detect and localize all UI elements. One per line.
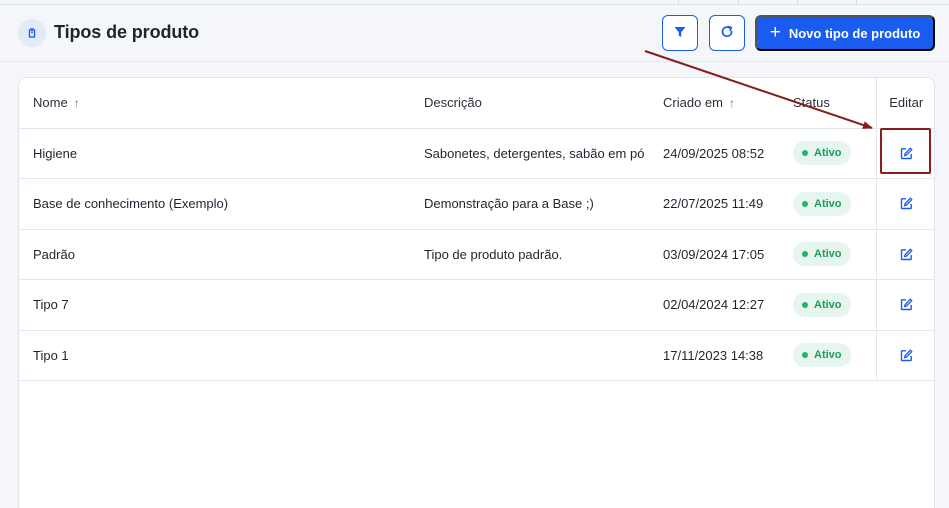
status-badge: Ativo (793, 292, 851, 317)
page-title: Tipos de produto (54, 22, 200, 42)
cell-status: Ativo (793, 279, 876, 331)
column-header-editar: Editar (875, 78, 934, 129)
table-row[interactable]: Tipo 1 17/11/2023 14:38 Ativo (19, 330, 934, 381)
refresh-button[interactable] (709, 15, 745, 51)
status-label: Ativo (814, 349, 842, 362)
cell-descricao: Demonstração para a Base ;) (424, 178, 663, 230)
cell-status: Ativo (793, 229, 876, 280)
cell-criado-em: 02/04/2024 12:27 (663, 279, 793, 331)
cell-editar (875, 128, 934, 179)
cell-descricao (424, 330, 663, 381)
filter-icon (673, 25, 687, 42)
edit-button[interactable] (893, 191, 919, 217)
edit-button[interactable] (893, 140, 919, 166)
cell-nome: Base de conhecimento (Exemplo) (19, 178, 424, 230)
cell-editar (875, 178, 934, 230)
edit-button[interactable] (893, 241, 919, 267)
edit-button[interactable] (893, 342, 919, 368)
status-dot (802, 251, 808, 258)
arrow-up-icon: ↑ (73, 96, 80, 111)
table-header-row: Nome ↑ Descrição Criado em ↑ Status Editar (19, 78, 934, 129)
product-types-table-card: Nome ↑ Descrição Criado em ↑ Status Editar… (18, 77, 935, 508)
cell-editar (875, 229, 934, 280)
column-header-criado-em[interactable]: Criado em ↑ (663, 78, 793, 129)
new-product-type-button[interactable]: + Novo tipo de produto (755, 15, 935, 51)
page-header: Tipos de produto + Novo tipo de produto (0, 5, 949, 62)
edit-icon (900, 248, 913, 260)
status-label: Ativo (814, 147, 842, 160)
table-row[interactable]: Higiene Sabonetes, detergentes, sabão em… (19, 128, 934, 179)
status-dot (802, 200, 808, 207)
cell-criado-em: 17/11/2023 14:38 (663, 330, 793, 381)
tag-icon (18, 19, 46, 47)
column-header-editar-label: Editar (889, 95, 924, 111)
cell-criado-em: 22/07/2025 11:49 (663, 178, 793, 230)
cell-nome: Tipo 7 (19, 279, 424, 331)
cell-nome: Higiene (19, 128, 424, 179)
cell-editar (875, 330, 934, 381)
cell-editar (875, 279, 934, 331)
arrow-up-icon: ↑ (728, 96, 735, 111)
edit-icon (900, 349, 913, 361)
cell-nome: Tipo 1 (19, 330, 424, 381)
column-header-descricao-label: Descrição (424, 95, 482, 111)
cell-status: Ativo (793, 128, 876, 179)
product-types-table: Nome ↑ Descrição Criado em ↑ Status Editar… (19, 78, 934, 381)
table-row[interactable]: Base de conhecimento (Exemplo) Demonstra… (19, 178, 934, 230)
edit-icon (900, 298, 913, 311)
filter-button[interactable] (662, 15, 698, 51)
column-header-status[interactable]: Status (793, 78, 876, 129)
status-badge: Ativo (793, 141, 851, 166)
cell-criado-em: 24/09/2025 08:52 (663, 128, 793, 179)
edit-button[interactable] (893, 292, 919, 318)
status-label: Ativo (814, 298, 842, 311)
column-header-nome[interactable]: Nome ↑ (19, 78, 424, 129)
column-header-criado-em-label: Criado em (663, 95, 723, 111)
column-header-descricao[interactable]: Descrição (424, 78, 663, 129)
edit-icon (900, 197, 913, 210)
table-row[interactable]: Tipo 7 02/04/2024 12:27 Ativo (19, 279, 934, 331)
status-label: Ativo (814, 197, 842, 210)
status-badge: Ativo (793, 242, 851, 267)
status-label: Ativo (814, 248, 842, 261)
cell-descricao (424, 279, 663, 331)
refresh-icon (720, 25, 734, 42)
plus-icon: + (769, 21, 781, 43)
column-header-nome-label: Nome (33, 95, 68, 111)
cell-status: Ativo (793, 178, 876, 230)
edit-icon (900, 147, 913, 159)
table-row[interactable]: Padrão Tipo de produto padrão. 03/09/202… (19, 229, 934, 280)
status-dot (802, 150, 808, 157)
status-badge: Ativo (793, 343, 851, 368)
cell-status: Ativo (793, 330, 876, 381)
new-product-type-label: Novo tipo de produto (788, 25, 921, 41)
cell-nome: Padrão (19, 229, 424, 280)
status-badge: Ativo (793, 191, 851, 216)
status-dot (802, 352, 808, 359)
cell-descricao: Sabonetes, detergentes, sabão em pó (424, 128, 663, 179)
status-dot (802, 301, 808, 308)
column-header-status-label: Status (793, 95, 830, 111)
cell-criado-em: 03/09/2024 17:05 (663, 229, 793, 280)
cell-descricao: Tipo de produto padrão. (424, 229, 663, 280)
